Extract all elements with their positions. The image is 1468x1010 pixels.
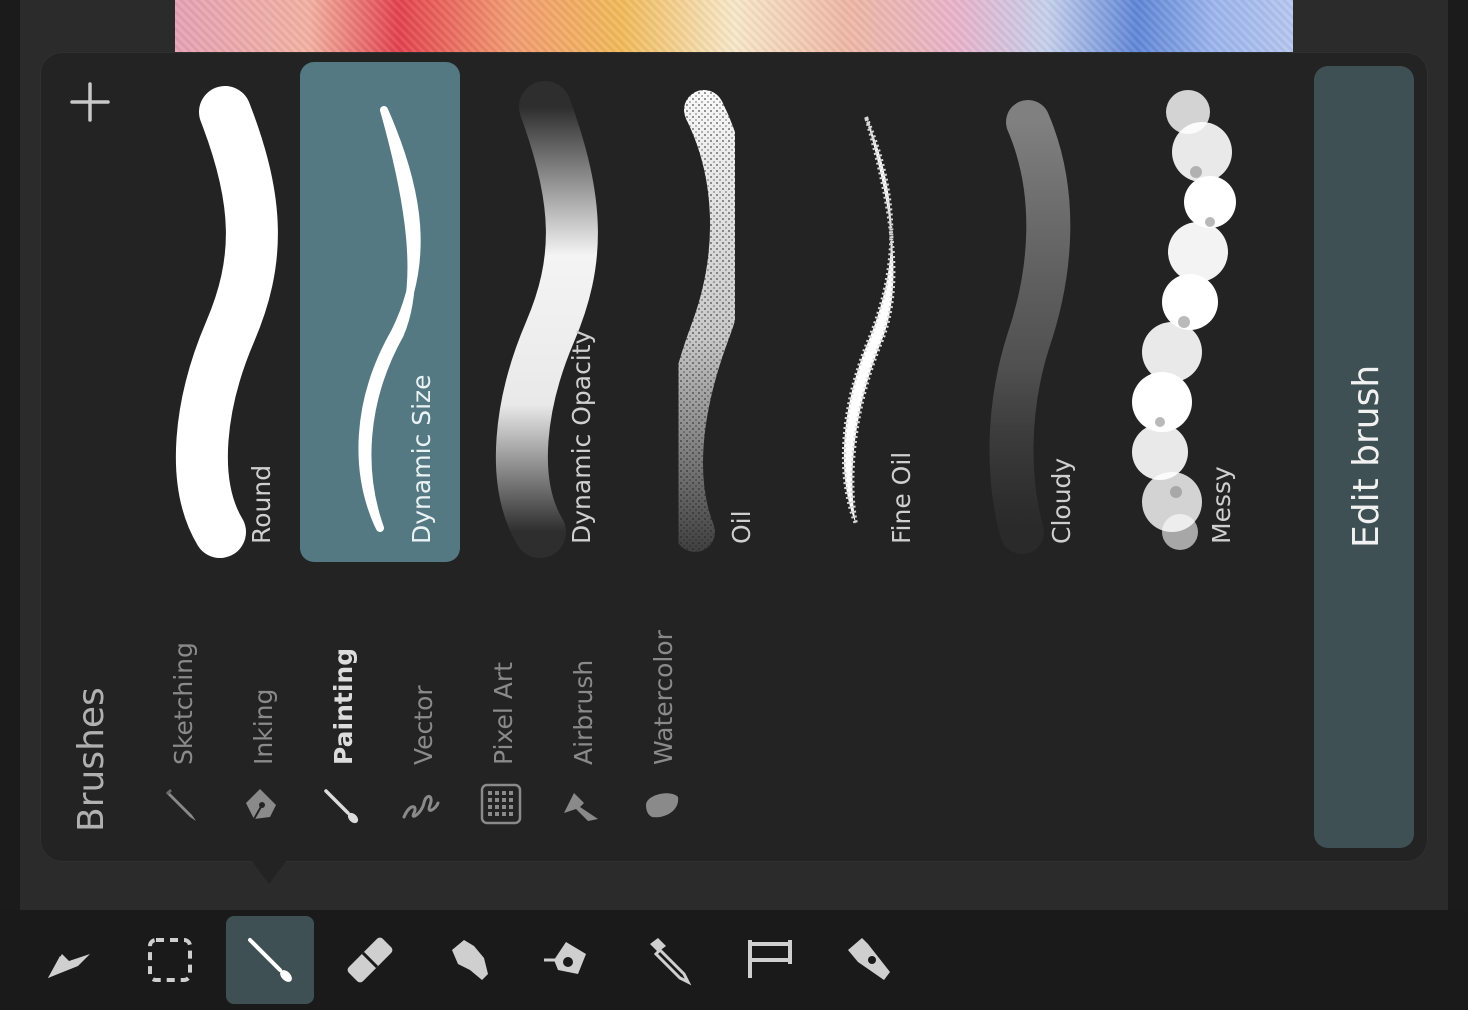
category-label: Vector [409,685,438,765]
brush-label: Cloudy [1047,457,1076,544]
brush-label: Dynamic Size [407,374,436,544]
dynamic-opacity-stroke-preview [495,81,598,558]
tool-smudge[interactable] [426,916,514,1004]
fountain-pen-icon [240,783,282,825]
category-label: Watercolor [649,630,678,765]
category-label: Pixel Art [489,662,518,765]
messy-stroke-preview [1132,90,1236,550]
panel-pointer [251,860,287,884]
brush-tile-oil[interactable]: Oil [620,62,780,562]
category-airbrush[interactable]: Airbrush [552,600,612,835]
add-brush-button[interactable] [68,80,112,124]
tool-selection[interactable] [126,916,214,1004]
category-painting[interactable]: Painting [312,600,372,835]
tool-pen[interactable] [826,916,914,1004]
plus-icon [70,82,110,122]
tool-fill[interactable] [526,916,614,1004]
tool-text[interactable] [726,916,814,1004]
selection-icon [148,938,192,982]
category-label: Airbrush [569,659,598,765]
artwork-preview[interactable] [175,0,1293,60]
category-label: Sketching [169,642,198,765]
pen-tool-icon [848,938,890,980]
fill-bucket-icon [544,942,586,974]
brush-tile-dynamic-opacity[interactable]: Dynamic Opacity [460,62,620,562]
right-gutter [1448,0,1468,910]
edit-brush-label: Edit brush [1346,364,1387,548]
cloudy-stroke-preview [989,100,1071,554]
bottom-toolbar [0,910,1468,1010]
left-gutter [0,0,20,910]
brush-tile-messy[interactable]: Messy [1100,62,1260,562]
panel-title: Brushes [71,687,112,832]
tool-pointer[interactable] [26,916,114,1004]
text-tool-icon [748,940,792,978]
brush-label: Dynamic Opacity [567,329,596,544]
brush-tool-icon [248,938,292,982]
brush-tile-dynamic-size[interactable]: Dynamic Size [300,62,460,562]
category-label: Painting [329,647,358,765]
eyedropper-icon [650,938,692,986]
squiggle-icon [400,783,442,825]
brush-tile-round[interactable]: Round [140,62,300,562]
pixel-grid-icon [480,783,522,825]
category-inking[interactable]: Inking [232,600,292,835]
tool-brush[interactable] [226,916,314,1004]
brush-label: Round [247,464,276,544]
category-watercolor[interactable]: Watercolor [632,600,692,835]
airbrush-icon [560,783,602,825]
oil-stroke-preview [663,90,751,552]
edit-brush-button[interactable]: Edit brush [1314,66,1414,848]
app-root: Round Dynamic Size Dynamic Opacity Oil F… [0,0,1468,1010]
fine-oil-stroke-preview [841,116,896,525]
round-stroke-preview [175,86,278,558]
brush-label: Messy [1207,466,1236,544]
smudge-icon [452,940,488,980]
paintbrush-icon [320,783,362,825]
category-sketching[interactable]: Sketching [152,600,212,835]
category-label: Inking [249,688,278,765]
pencil-icon [160,783,202,825]
brush-tile-cloudy[interactable]: Cloudy [940,62,1100,562]
tool-eraser[interactable] [326,916,414,1004]
water-drop-icon [640,783,682,825]
brush-tile-fine-oil[interactable]: Fine Oil [780,62,940,562]
category-pixel-art[interactable]: Pixel Art [472,600,532,835]
category-vector[interactable]: Vector [392,600,452,835]
eraser-icon [347,937,393,983]
dynamic-size-stroke-preview [358,106,421,532]
brush-label: Fine Oil [887,451,916,544]
pointer-icon [48,954,90,978]
tool-eyedropper[interactable] [626,916,714,1004]
brush-label: Oil [727,510,756,544]
